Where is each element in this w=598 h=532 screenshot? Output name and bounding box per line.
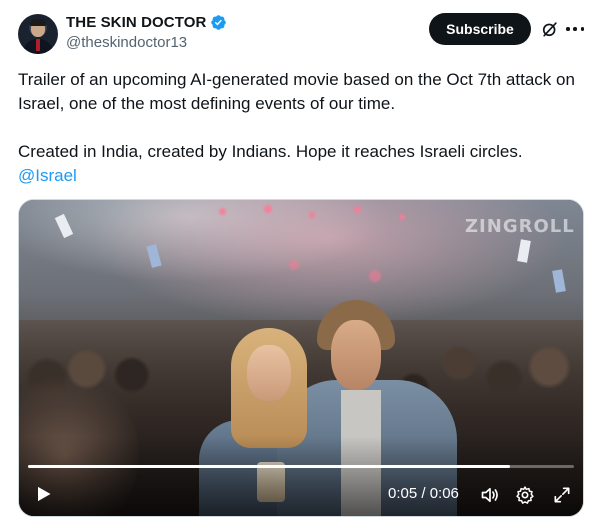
video-time: 0:05 / 0:06: [388, 485, 459, 502]
stage-light: [289, 260, 299, 270]
video-player[interactable]: ZINGROLL 0:05 / 0:06: [18, 199, 584, 517]
tweet-paragraph-1: Trailer of an upcoming AI-generated movi…: [18, 70, 575, 113]
stage-light: [399, 214, 405, 220]
avatar-hair: [30, 19, 46, 26]
stage-light: [354, 206, 361, 213]
author-display-name[interactable]: THE SKIN DOCTOR: [66, 14, 206, 31]
verified-badge-icon: [211, 15, 227, 30]
tweet-text: Trailer of an upcoming AI-generated movi…: [18, 68, 583, 188]
settings-gear-icon[interactable]: [515, 485, 535, 505]
more-dot: [573, 27, 577, 31]
subscribe-button[interactable]: Subscribe: [429, 13, 531, 45]
stage-light: [369, 270, 381, 282]
stage-light: [219, 208, 226, 215]
stage-light: [309, 212, 315, 218]
woman-face: [247, 345, 291, 401]
more-dot: [580, 27, 584, 31]
video-watermark: ZINGROLL: [465, 216, 575, 237]
stage-light: [264, 205, 272, 213]
play-icon[interactable]: [33, 484, 53, 504]
fullscreen-icon[interactable]: [552, 485, 572, 505]
author-handle[interactable]: @theskindoctor13: [66, 34, 187, 51]
man-face: [331, 320, 381, 390]
grok-icon[interactable]: [540, 19, 560, 39]
more-options-icon[interactable]: [566, 20, 584, 38]
author-name-row[interactable]: THE SKIN DOCTOR: [66, 14, 227, 31]
mention-link[interactable]: @Israel: [18, 166, 77, 185]
volume-icon[interactable]: [480, 485, 500, 505]
avatar[interactable]: [18, 14, 58, 54]
avatar-tie: [36, 39, 40, 51]
progress-bar[interactable]: [28, 465, 574, 468]
progress-fill: [28, 465, 511, 468]
more-dot: [566, 27, 570, 31]
tweet-paragraph-2: Created in India, created by Indians. Ho…: [18, 142, 523, 161]
